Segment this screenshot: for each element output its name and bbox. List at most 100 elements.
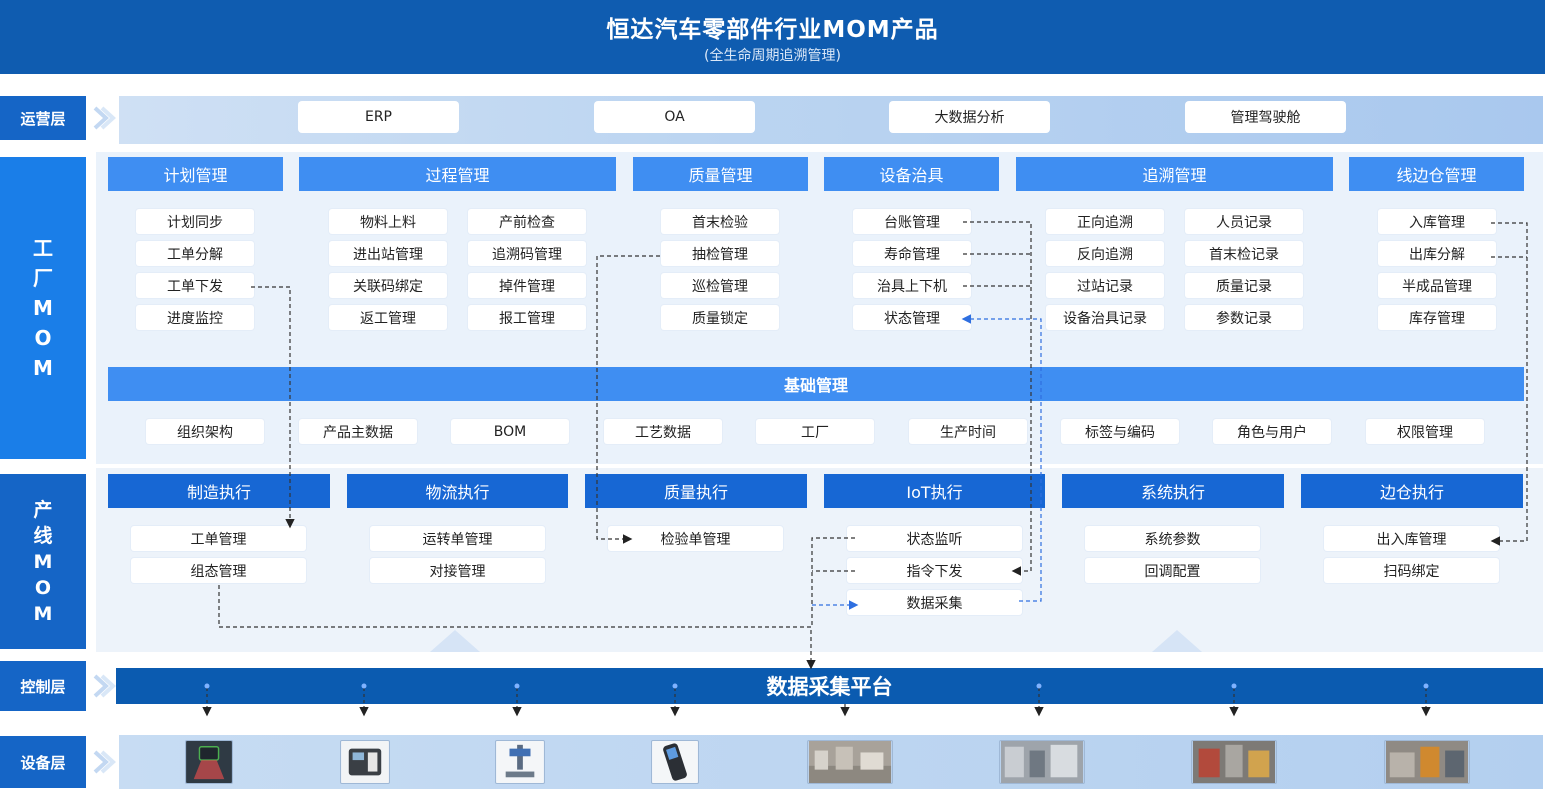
factory-band [96, 152, 1543, 464]
item-quality-lock[interactable]: 质量锁定 [661, 305, 779, 330]
label-printer-icon [340, 740, 390, 784]
module-system-exec[interactable]: 系统执行 [1062, 474, 1284, 508]
item-forward-trace[interactable]: 正向追溯 [1046, 209, 1164, 234]
item-data-collect[interactable]: 数据采集 [847, 590, 1022, 615]
item-material-load[interactable]: 物料上料 [329, 209, 447, 234]
item-plan-sync[interactable]: 计划同步 [136, 209, 254, 234]
module-manufacturing-exec[interactable]: 制造执行 [108, 474, 330, 508]
chevron-right-icon [93, 106, 116, 130]
item-semi-finished[interactable]: 半成品管理 [1378, 273, 1496, 298]
item-link-code[interactable]: 关联码绑定 [329, 273, 447, 298]
item-config-mgmt[interactable]: 组态管理 [131, 558, 306, 583]
workshop-photo-4 [1384, 740, 1470, 784]
item-rework[interactable]: 返工管理 [329, 305, 447, 330]
item-status-listen[interactable]: 状态监听 [847, 526, 1022, 551]
item-lifespan[interactable]: 寿命管理 [853, 241, 971, 266]
module-quality-exec[interactable]: 质量执行 [585, 474, 807, 508]
item-inbound[interactable]: 入库管理 [1378, 209, 1496, 234]
item-param-record[interactable]: 参数记录 [1185, 305, 1303, 330]
item-workorder-split[interactable]: 工单分解 [136, 241, 254, 266]
item-quality-record[interactable]: 质量记录 [1185, 273, 1303, 298]
item-first-last-record[interactable]: 首末检记录 [1185, 241, 1303, 266]
item-ledger[interactable]: 台账管理 [853, 209, 971, 234]
base-item-permission[interactable]: 权限管理 [1366, 419, 1484, 444]
item-outbound-split[interactable]: 出库分解 [1378, 241, 1496, 266]
layer-char: O [34, 326, 52, 350]
ops-item-cockpit[interactable]: 管理驾驶舱 [1185, 101, 1346, 133]
base-item-label-code[interactable]: 标签与编码 [1061, 419, 1179, 444]
module-logistics-exec[interactable]: 物流执行 [347, 474, 568, 508]
module-sidestore-exec[interactable]: 边仓执行 [1301, 474, 1523, 508]
layer-char: M [33, 550, 53, 573]
layer-char: 线 [33, 524, 53, 547]
item-drop-part[interactable]: 掉件管理 [468, 273, 586, 298]
item-scan-bind[interactable]: 扫码绑定 [1324, 558, 1499, 583]
base-item-bom[interactable]: BOM [451, 419, 569, 444]
layer-label-line-mom: 产 线 M O M [0, 474, 86, 649]
module-process[interactable]: 过程管理 [299, 157, 616, 191]
scanner-light-icon [185, 740, 233, 784]
item-sampling[interactable]: 抽检管理 [661, 241, 779, 266]
layer-char: 工 [33, 236, 53, 260]
base-item-org[interactable]: 组织架构 [146, 419, 264, 444]
layer-char: O [34, 576, 52, 599]
item-inout-station[interactable]: 进出站管理 [329, 241, 447, 266]
item-inspection-order[interactable]: 检验单管理 [608, 526, 783, 551]
item-report-work[interactable]: 报工管理 [468, 305, 586, 330]
page-title: 恒达汽车零部件行业MOM产品 [606, 17, 939, 43]
laser-marker-icon [495, 740, 545, 784]
item-status-mgmt[interactable]: 状态管理 [853, 305, 971, 330]
module-equipment[interactable]: 设备治具 [824, 157, 999, 191]
item-fixture-onoff[interactable]: 治具上下机 [853, 273, 971, 298]
module-quality[interactable]: 质量管理 [633, 157, 808, 191]
item-system-param[interactable]: 系统参数 [1085, 526, 1260, 551]
module-plan[interactable]: 计划管理 [108, 157, 283, 191]
base-management-bar[interactable]: 基础管理 [108, 367, 1524, 401]
workshop-photo-1 [807, 740, 893, 784]
item-first-last-inspect[interactable]: 首末检验 [661, 209, 779, 234]
layer-label-factory-mom: 工 厂 M O M [0, 157, 86, 459]
ops-item-oa[interactable]: OA [594, 101, 755, 133]
layer-label-control: 控制层 [0, 661, 86, 711]
ops-item-erp[interactable]: ERP [298, 101, 459, 133]
layer-char: 厂 [33, 266, 53, 290]
handheld-pda-icon [651, 740, 699, 784]
layer-label-ops: 运营层 [0, 96, 86, 140]
item-tracecode[interactable]: 追溯码管理 [468, 241, 586, 266]
page-header: 恒达汽车零部件行业MOM产品 (全生命周期追溯管理) [0, 0, 1545, 74]
item-reverse-trace[interactable]: 反向追溯 [1046, 241, 1164, 266]
item-command-issue[interactable]: 指令下发 [847, 558, 1022, 583]
item-equip-fixture-record[interactable]: 设备治具记录 [1046, 305, 1164, 330]
item-station-record[interactable]: 过站记录 [1046, 273, 1164, 298]
item-preprod-check[interactable]: 产前检查 [468, 209, 586, 234]
module-iot-exec[interactable]: IoT执行 [824, 474, 1045, 508]
base-item-product-master[interactable]: 产品主数据 [299, 419, 417, 444]
base-item-prod-time[interactable]: 生产时间 [909, 419, 1027, 444]
item-progress-monitor[interactable]: 进度监控 [136, 305, 254, 330]
chevron-right-icon [93, 750, 116, 774]
item-patrol-inspect[interactable]: 巡检管理 [661, 273, 779, 298]
page-subtitle: (全生命周期追溯管理) [704, 48, 841, 64]
base-item-process-data[interactable]: 工艺数据 [604, 419, 722, 444]
base-item-role-user[interactable]: 角色与用户 [1213, 419, 1331, 444]
layer-label-device: 设备层 [0, 736, 86, 788]
workshop-photo-2 [999, 740, 1085, 784]
item-inventory[interactable]: 库存管理 [1378, 305, 1496, 330]
item-callback-config[interactable]: 回调配置 [1085, 558, 1260, 583]
item-transfer-order[interactable]: 运转单管理 [370, 526, 545, 551]
item-workorder-mgmt[interactable]: 工单管理 [131, 526, 306, 551]
layer-char: M [33, 356, 53, 380]
item-workorder-issue[interactable]: 工单下发 [136, 273, 254, 298]
ops-item-bigdata[interactable]: 大数据分析 [889, 101, 1050, 133]
workshop-photo-3 [1191, 740, 1277, 784]
chevron-right-icon [93, 674, 116, 698]
item-docking[interactable]: 对接管理 [370, 558, 545, 583]
data-collection-platform[interactable]: 数据采集平台 [116, 668, 1543, 704]
base-item-factory[interactable]: 工厂 [756, 419, 874, 444]
layer-char: M [33, 296, 53, 320]
module-trace[interactable]: 追溯管理 [1016, 157, 1333, 191]
module-lineside[interactable]: 线边仓管理 [1349, 157, 1524, 191]
item-inout-store[interactable]: 出入库管理 [1324, 526, 1499, 551]
layer-char: M [33, 602, 53, 625]
item-person-record[interactable]: 人员记录 [1185, 209, 1303, 234]
